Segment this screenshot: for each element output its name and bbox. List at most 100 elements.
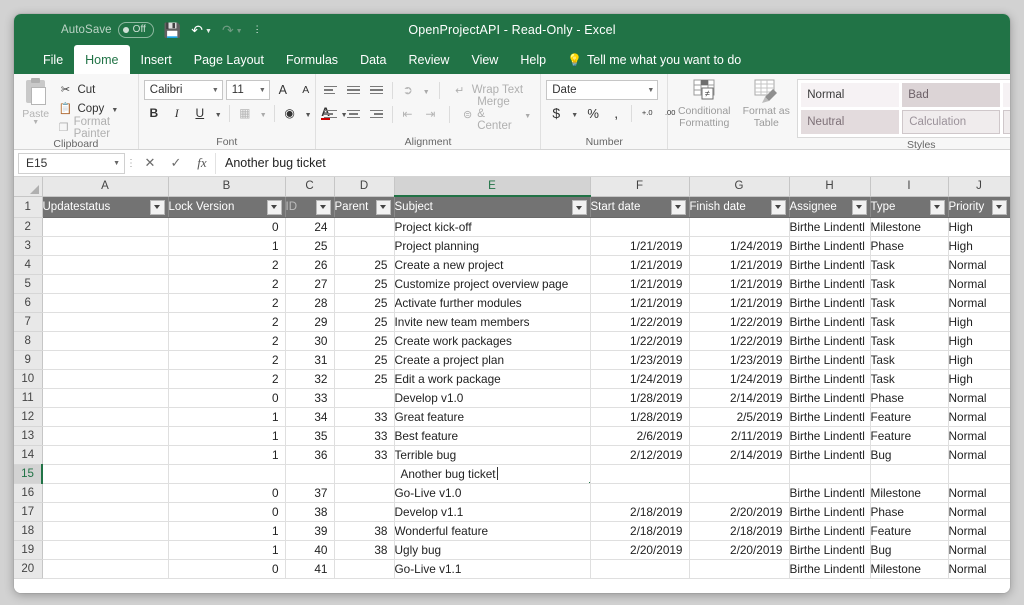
fill-color-button[interactable]: ◉ — [280, 103, 300, 123]
table-header-updatestatus[interactable]: Updatestatus — [42, 196, 168, 217]
cell-type[interactable]: Phase — [870, 388, 948, 407]
cell-start-date[interactable]: 1/23/2019 — [590, 350, 689, 369]
format-as-table-button[interactable]: Format as Table — [735, 77, 797, 129]
table-header-parent[interactable]: Parent — [334, 196, 394, 217]
tab-review[interactable]: Review — [397, 45, 460, 74]
cell-type[interactable]: Milestone — [870, 559, 948, 578]
undo-button[interactable]: ↶ ▼ — [186, 19, 217, 41]
row-header-3[interactable]: 3 — [14, 236, 42, 255]
cell-assignee[interactable]: Birthe Lindentl — [789, 407, 870, 426]
cell-subject[interactable]: Create a new project — [394, 255, 590, 274]
filter-dropdown-icon[interactable] — [992, 200, 1007, 215]
cell-finish-date[interactable]: 2/14/2019 — [689, 388, 789, 407]
row-header-12[interactable]: 12 — [14, 407, 42, 426]
cell-id[interactable]: 29 — [285, 312, 334, 331]
font-family-combobox[interactable]: Calibri ▼ — [144, 80, 223, 100]
cell-lock-version[interactable]: 1 — [168, 407, 285, 426]
cell-start-date[interactable] — [590, 464, 689, 483]
cell-start-date[interactable]: 1/22/2019 — [590, 331, 689, 350]
cell-subject[interactable]: Develop v1.0 — [394, 388, 590, 407]
row-header-7[interactable]: 7 — [14, 312, 42, 331]
cell-id[interactable]: 41 — [285, 559, 334, 578]
cell-updatestatus[interactable] — [42, 502, 168, 521]
cell-updatestatus[interactable] — [42, 236, 168, 255]
row-header-2[interactable]: 2 — [14, 217, 42, 236]
increase-indent-button[interactable]: ⇥ — [420, 104, 440, 124]
cell-lock-version[interactable]: 0 — [168, 483, 285, 502]
cell-priority[interactable] — [948, 464, 1010, 483]
cell-parent[interactable] — [334, 464, 394, 483]
cell-updatestatus[interactable] — [42, 255, 168, 274]
cell-subject[interactable]: Activate further modules — [394, 293, 590, 312]
row-header-13[interactable]: 13 — [14, 426, 42, 445]
cell-id[interactable]: 30 — [285, 331, 334, 350]
cell-type[interactable]: Bug — [870, 540, 948, 559]
cell-start-date[interactable]: 2/6/2019 — [590, 426, 689, 445]
cell-parent[interactable] — [334, 502, 394, 521]
customize-qat-button[interactable]: ⋮ — [248, 19, 267, 41]
cell-type[interactable]: Phase — [870, 236, 948, 255]
cell-lock-version[interactable]: 2 — [168, 293, 285, 312]
cell-parent[interactable]: 38 — [334, 521, 394, 540]
cell-priority[interactable]: Normal — [948, 521, 1010, 540]
cell-priority[interactable]: Normal — [948, 426, 1010, 445]
row-header-18[interactable]: 18 — [14, 521, 42, 540]
cell-id[interactable]: 34 — [285, 407, 334, 426]
cell-lock-version[interactable]: 1 — [168, 540, 285, 559]
cell-lock-version[interactable]: 2 — [168, 255, 285, 274]
column-header-a[interactable]: A — [42, 177, 168, 196]
row-header-10[interactable]: 10 — [14, 369, 42, 388]
cell-subject[interactable]: Project planning — [394, 236, 590, 255]
cell-id[interactable]: 28 — [285, 293, 334, 312]
cell-finish-date[interactable] — [689, 464, 789, 483]
cell-updatestatus[interactable] — [42, 274, 168, 293]
cell-finish-date[interactable]: 2/11/2019 — [689, 426, 789, 445]
chevron-down-icon[interactable]: ▼ — [423, 89, 430, 96]
increase-decimal-button[interactable]: +.0 — [637, 103, 657, 123]
style-bad[interactable]: Bad — [902, 83, 1000, 107]
cell-start-date[interactable]: 1/28/2019 — [590, 388, 689, 407]
style-calculation[interactable]: Calculation — [902, 110, 1000, 134]
cell-subject[interactable]: Terrible bug — [394, 445, 590, 464]
cell-priority[interactable]: High — [948, 312, 1010, 331]
cell-parent[interactable] — [334, 483, 394, 502]
cell-updatestatus[interactable] — [42, 445, 168, 464]
cell-type[interactable]: Task — [870, 312, 948, 331]
cell-priority[interactable]: Normal — [948, 483, 1010, 502]
cell-type[interactable]: Feature — [870, 407, 948, 426]
cell-finish-date[interactable]: 2/14/2019 — [689, 445, 789, 464]
row-header-15[interactable]: 15 — [14, 464, 42, 483]
cell-priority[interactable]: Normal — [948, 540, 1010, 559]
cell-start-date[interactable]: 1/28/2019 — [590, 407, 689, 426]
chevron-down-icon[interactable]: ▼ — [571, 112, 578, 119]
cell-assignee[interactable]: Birthe Lindentl — [789, 426, 870, 445]
row-header-19[interactable]: 19 — [14, 540, 42, 559]
paste-button[interactable]: Paste ▼ — [19, 77, 52, 126]
cell-assignee[interactable]: Birthe Lindentl — [789, 502, 870, 521]
accounting-format-button[interactable]: $ — [546, 103, 566, 123]
cell-lock-version[interactable]: 1 — [168, 445, 285, 464]
table-header-finish-date[interactable]: Finish date — [689, 196, 789, 217]
cell-id[interactable]: 31 — [285, 350, 334, 369]
cell-type[interactable]: Milestone — [870, 217, 948, 236]
confirm-edit-button[interactable]: ✓ — [163, 153, 189, 174]
cell-start-date[interactable]: 2/18/2019 — [590, 521, 689, 540]
cell-finish-date[interactable]: 1/24/2019 — [689, 369, 789, 388]
tab-help[interactable]: Help — [509, 45, 557, 74]
cell-assignee[interactable] — [789, 464, 870, 483]
filter-dropdown-icon[interactable] — [267, 200, 282, 215]
cell-id[interactable]: 32 — [285, 369, 334, 388]
align-left-button[interactable] — [321, 104, 341, 124]
column-header-j[interactable]: J — [948, 177, 1010, 196]
cell-priority[interactable]: Normal — [948, 255, 1010, 274]
filter-dropdown-icon[interactable] — [852, 200, 867, 215]
cell-priority[interactable]: High — [948, 369, 1010, 388]
filter-dropdown-icon[interactable] — [930, 200, 945, 215]
tell-me-search[interactable]: 💡 Tell me what you want to do — [557, 45, 751, 74]
column-header-g[interactable]: G — [689, 177, 789, 196]
cell-finish-date[interactable] — [689, 217, 789, 236]
cell-updatestatus[interactable] — [42, 483, 168, 502]
cell-subject[interactable]: Go-Live v1.1 — [394, 559, 590, 578]
bold-button[interactable]: B — [144, 103, 164, 123]
cell-updatestatus[interactable] — [42, 426, 168, 445]
